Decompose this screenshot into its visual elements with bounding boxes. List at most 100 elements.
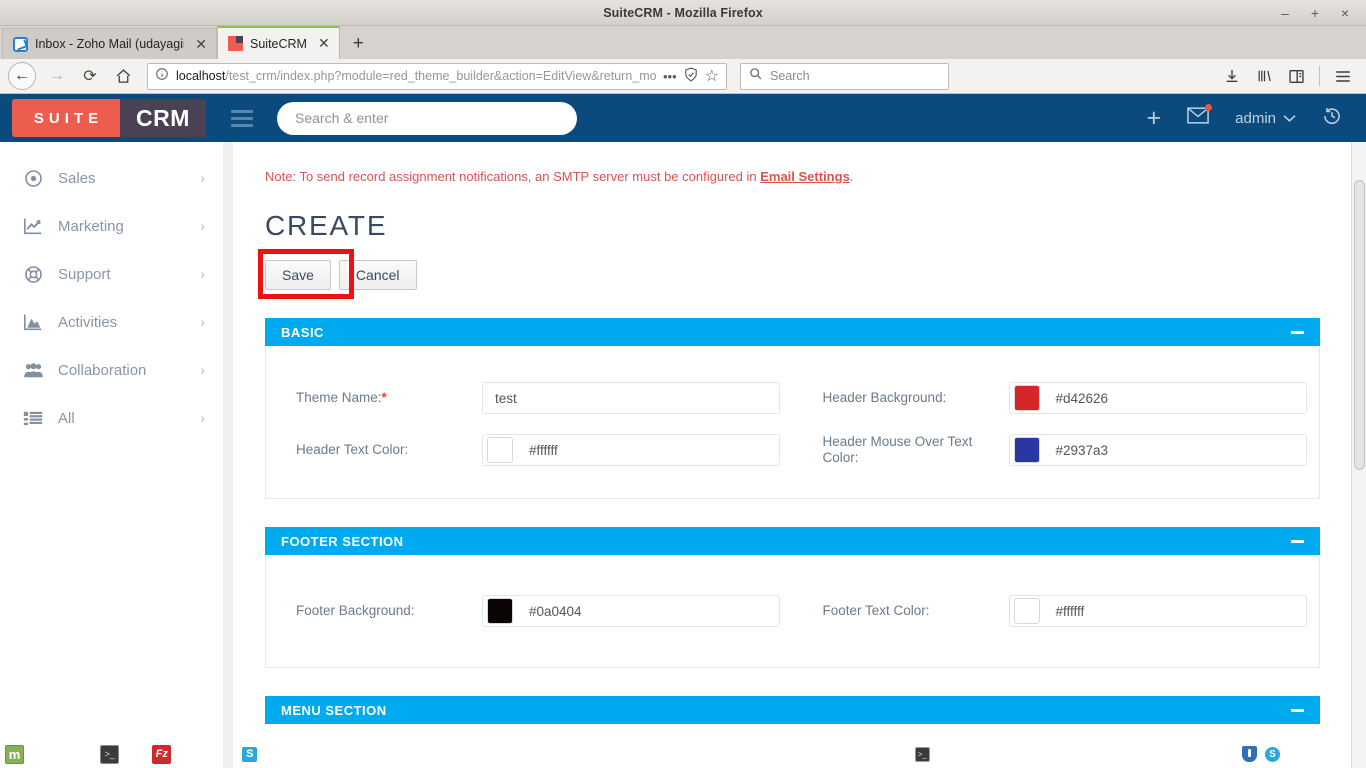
crm-main-content: Note: To send record assignment notifica… [233,142,1366,768]
field-header-text-color: Header Text Color: #ffffff [266,424,793,476]
history-icon[interactable] [1322,106,1342,131]
header-text-color-input[interactable]: #ffffff [482,434,780,466]
forward-icon[interactable]: → [42,62,72,90]
input-value: #0a0404 [529,603,582,619]
sidebar-item-sales[interactable]: Sales › [0,154,223,202]
new-tab-button[interactable]: + [340,33,377,59]
panel-body: Footer Background: #0a0404 Footer Text C… [265,555,1320,668]
maximize-button[interactable]: + [1308,6,1322,20]
field-label: Header Background: [822,390,947,406]
crm-search-input[interactable]: Search & enter [277,101,577,135]
mail-icon[interactable] [1187,104,1213,129]
page-info-icon[interactable] [155,67,169,86]
shield-icon[interactable] [1241,746,1257,762]
browser-search-bar[interactable]: Search [740,62,949,90]
field-label: Header Text Color: [296,442,409,458]
panel-header[interactable]: FOOTER SECTION [265,527,1320,555]
crm-sidebar: Sales › Marketing › Support › Activities… [0,142,223,768]
sidebar-item-all[interactable]: All › [0,394,223,442]
notification-badge [1205,104,1213,111]
downloads-icon[interactable] [1217,62,1247,90]
scrollbar-thumb[interactable] [1354,180,1365,470]
logo-crm-text: CRM [120,99,206,137]
chevron-right-icon: › [200,410,205,426]
people-icon [22,362,44,379]
field-label: Footer Text Color: [822,603,930,619]
minus-icon[interactable] [1291,330,1304,334]
reload-icon[interactable]: ⟳ [75,62,105,90]
color-swatch[interactable] [487,437,513,463]
input-value: #2937a3 [1055,442,1109,458]
mountains-icon [22,313,44,331]
color-swatch[interactable] [487,598,513,624]
url-bar[interactable]: localhost/test_crm/index.php?module=red_… [147,62,727,90]
close-icon[interactable]: ✕ [318,35,330,52]
theme-name-input[interactable]: test [482,382,780,414]
cancel-button[interactable]: Cancel [338,260,417,290]
crm-page-body: Sales › Marketing › Support › Activities… [0,142,1366,768]
bookmark-star-icon[interactable]: ☆ [705,66,719,86]
hamburger-menu-icon[interactable] [231,109,253,127]
panel-body: Theme Name:* test Header Background: #d4… [265,346,1320,499]
terminal-icon[interactable] [100,744,120,764]
filezilla-icon[interactable] [152,744,172,764]
email-settings-link[interactable]: Email Settings [760,169,850,184]
minus-icon[interactable] [1291,708,1304,712]
sidebar-icon[interactable] [1281,62,1311,90]
home-icon[interactable] [108,62,138,90]
browser-tab-zoho[interactable]: Inbox - Zoho Mail (udayagiri.r ✕ [2,28,217,59]
search-icon [749,67,762,85]
firefox-window: SuiteCRM - Mozilla Firefox – + × Inbox -… [0,0,1366,768]
page-scrollbar[interactable] [1351,142,1366,768]
sidebar-item-label: Collaboration [58,361,147,379]
crm-topbar-actions: + admin [1147,104,1366,131]
panel-basic: BASIC Theme Name:* test Header Backgroun… [265,318,1320,499]
field-row: Footer Background: #0a0404 Footer Text C… [266,585,1319,637]
required-marker: * [381,390,387,406]
color-swatch[interactable] [1013,437,1040,463]
color-swatch[interactable] [1013,598,1040,624]
zoho-mail-icon [13,36,28,52]
skype-tray-icon[interactable] [1264,746,1280,762]
sidebar-item-label: Sales [58,169,96,187]
panel-header[interactable]: MENU SECTION [265,696,1320,724]
plus-icon[interactable]: + [1147,105,1162,131]
color-swatch[interactable] [1013,385,1040,411]
save-button[interactable]: Save [265,260,331,290]
minimize-button[interactable]: – [1278,6,1292,20]
url-text: localhost/test_crm/index.php?module=red_… [176,69,656,83]
chevron-down-icon [1283,114,1296,122]
user-menu[interactable]: admin [1235,110,1296,127]
crm-search-placeholder: Search & enter [295,110,389,126]
panel-header[interactable]: BASIC [265,318,1320,346]
back-icon[interactable]: ← [8,62,36,90]
target-icon [22,169,44,188]
close-button[interactable]: × [1338,6,1352,20]
sidebar-item-label: Marketing [58,217,124,235]
footer-background-input[interactable]: #0a0404 [482,595,780,627]
footer-text-color-input[interactable]: #ffffff [1008,595,1307,627]
tracking-protection-icon[interactable] [684,67,698,85]
page-actions-icon[interactable]: ••• [663,69,677,84]
panel-footer-section: FOOTER SECTION Footer Background: #0a040… [265,527,1320,668]
browser-tab-suitecrm[interactable]: SuiteCRM ✕ [217,26,340,59]
sidebar-item-marketing[interactable]: Marketing › [0,202,223,250]
minus-icon[interactable] [1291,539,1304,543]
suitecrm-logo[interactable]: SUITE CRM [12,99,206,137]
list-icon [22,410,44,427]
input-value: #ffffff [529,442,558,458]
crm-top-navbar: SUITE CRM Search & enter + admin [0,94,1366,142]
note-text-before: Note: To send record assignment notifica… [265,169,761,184]
library-icon[interactable] [1249,62,1279,90]
field-row: Header Text Color: #ffffff Header Mouse … [266,424,1319,476]
menu-icon[interactable] [1328,62,1358,90]
window-titlebar: SuiteCRM - Mozilla Firefox – + × [0,0,1366,26]
sidebar-item-collaboration[interactable]: Collaboration › [0,346,223,394]
header-mouseover-text-color-input[interactable]: #2937a3 [1008,434,1307,466]
panel-title: BASIC [281,324,324,340]
sidebar-item-activities[interactable]: Activities › [0,298,223,346]
close-icon[interactable]: ✕ [195,36,207,53]
browser-tab-bar: Inbox - Zoho Mail (udayagiri.r ✕ SuiteCR… [0,26,1366,59]
sidebar-item-support[interactable]: Support › [0,250,223,298]
header-background-input[interactable]: #d42626 [1008,382,1307,414]
